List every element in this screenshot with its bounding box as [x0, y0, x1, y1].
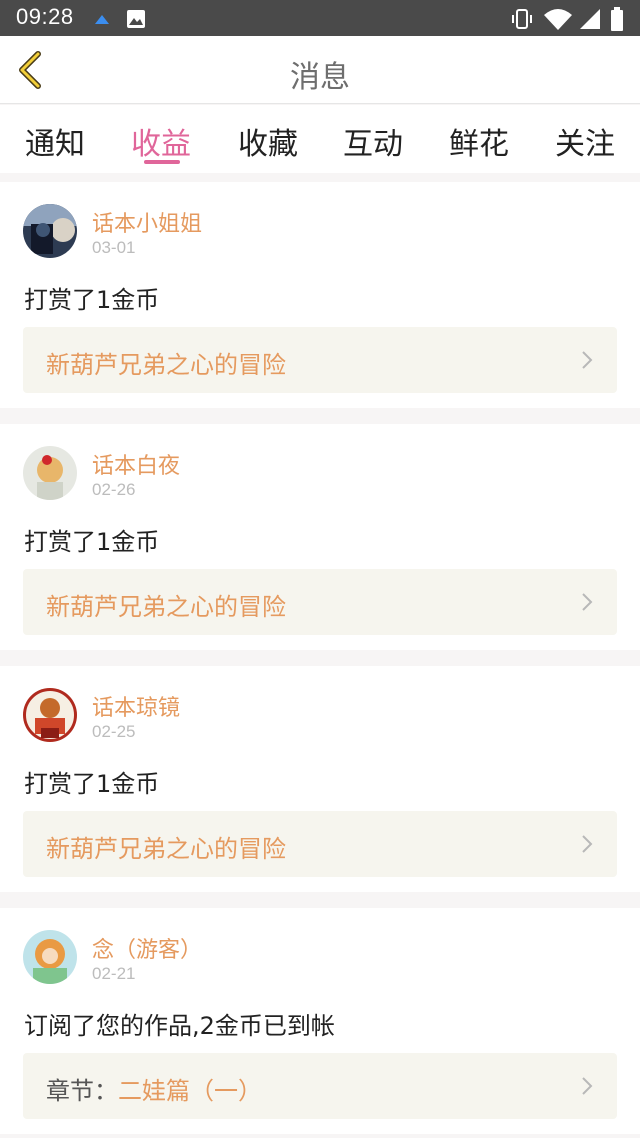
work-title: 新葫芦兄弟之心的冒险 — [46, 835, 286, 863]
chapter-title: 章节：二娃篇（一） — [46, 1071, 262, 1106]
tab-earnings[interactable]: 收益 — [121, 119, 201, 163]
message-card: 话本白夜 02-26 打赏了1金币 新葫芦兄弟之心的冒险 — [0, 424, 640, 650]
message-card: 念（游客） 02-21 订阅了您的作品,2金币已到帐 章节：二娃篇（一） — [0, 908, 640, 1134]
work-link[interactable]: 新葫芦兄弟之心的冒险 — [23, 569, 617, 635]
message-text: 打赏了1金币 — [24, 286, 160, 314]
tab-bar: 通知 收益 收藏 互动 鲜花 关注 — [0, 105, 640, 173]
chapter-prefix: 章节： — [46, 1077, 118, 1105]
tab-notice[interactable]: 通知 — [15, 119, 95, 163]
tab-interaction[interactable]: 互动 — [333, 119, 413, 163]
work-link[interactable]: 新葫芦兄弟之心的冒险 — [23, 811, 617, 877]
nav-bar: 消息 — [0, 36, 640, 104]
message-card: 话本琼镜 02-25 打赏了1金币 新葫芦兄弟之心的冒险 — [0, 666, 640, 892]
chapter-name: 二娃篇（一） — [118, 1077, 262, 1105]
sender-name[interactable]: 话本琼镜 — [92, 690, 180, 722]
wifi-icon — [544, 9, 572, 30]
chevron-right-icon — [582, 1077, 593, 1095]
message-date: 02-25 — [92, 722, 136, 741]
message-text: 打赏了1金币 — [24, 770, 160, 798]
page-title: 消息 — [290, 60, 350, 95]
tab-flowers[interactable]: 鲜花 — [439, 119, 519, 163]
tab-following[interactable]: 关注 — [545, 119, 625, 163]
status-bar: 09:28 — [0, 0, 640, 36]
chapter-link[interactable]: 章节：二娃篇（一） — [23, 1053, 617, 1119]
work-title: 新葫芦兄弟之心的冒险 — [46, 593, 286, 621]
chevron-right-icon — [582, 835, 593, 853]
message-text: 订阅了您的作品,2金币已到帐 — [24, 1012, 335, 1040]
tab-favorites[interactable]: 收藏 — [228, 119, 308, 163]
signal-icon — [580, 9, 600, 29]
avatar[interactable] — [23, 446, 77, 500]
work-link[interactable]: 新葫芦兄弟之心的冒险 — [23, 327, 617, 393]
message-date: 02-26 — [92, 480, 136, 499]
chevron-right-icon — [582, 593, 593, 611]
sender-name[interactable]: 话本小姐姐 — [92, 206, 202, 238]
message-date: 02-21 — [92, 964, 136, 983]
vibrate-icon — [512, 9, 532, 29]
image-notification-icon — [127, 10, 145, 28]
avatar[interactable] — [23, 930, 77, 984]
avatar[interactable] — [23, 688, 77, 742]
sender-name[interactable]: 话本白夜 — [92, 448, 180, 480]
avatar[interactable] — [23, 204, 77, 258]
message-text: 打赏了1金币 — [24, 528, 160, 556]
battery-icon — [611, 7, 623, 31]
status-time: 09:28 — [16, 4, 74, 29]
chevron-right-icon — [582, 351, 593, 369]
active-tab-indicator — [144, 160, 180, 164]
work-title: 新葫芦兄弟之心的冒险 — [46, 351, 286, 379]
message-card: 话本小姐姐 03-01 打赏了1金币 新葫芦兄弟之心的冒险 — [0, 182, 640, 408]
cloud-notification-icon — [95, 15, 109, 24]
sender-name[interactable]: 念（游客） — [92, 932, 202, 964]
message-date: 03-01 — [92, 238, 136, 257]
